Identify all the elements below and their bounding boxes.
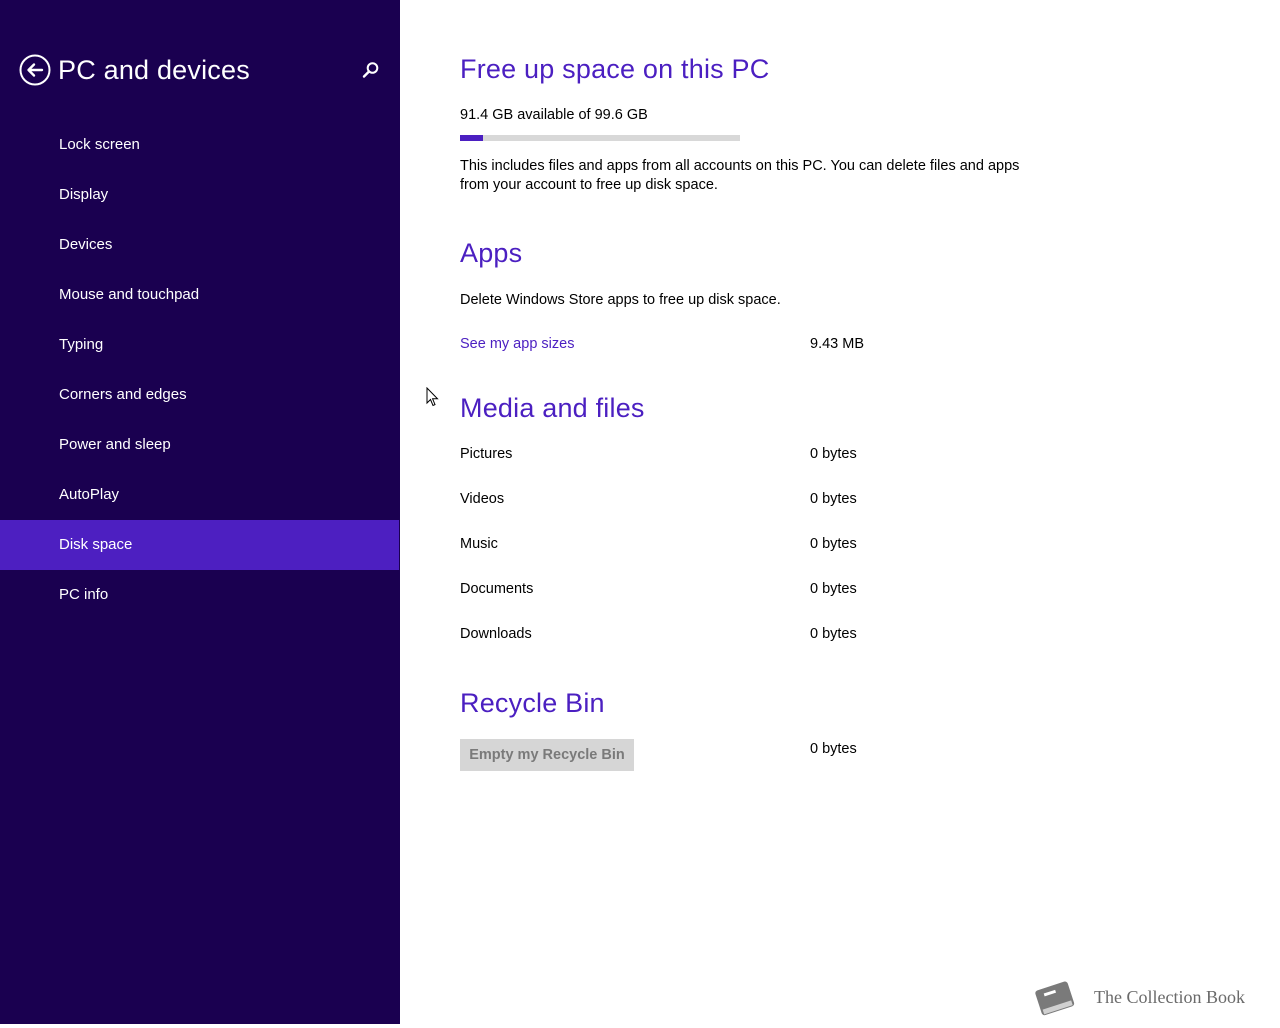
media-row-value: 0 bytes [810,626,857,642]
sidebar-header: PC and devices [0,50,400,90]
recycle-bin-heading: Recycle Bin [460,688,605,718]
media-row-value: 0 bytes [810,536,857,552]
empty-recycle-bin-button[interactable]: Empty my Recycle Bin [460,739,634,771]
back-arrow-circle-icon[interactable] [19,54,51,86]
media-row-label: Videos [460,491,505,507]
mouse-cursor-icon [426,386,440,407]
sidebar-item-power-and-sleep[interactable]: Power and sleep [0,420,399,470]
sidebar-item-mouse-and-touchpad[interactable]: Mouse and touchpad [0,270,399,320]
media-row-value: 0 bytes [810,491,857,507]
sidebar-item-devices[interactable]: Devices [0,220,399,270]
search-icon[interactable] [360,59,382,81]
sidebar-item-autoplay[interactable]: AutoPlay [0,470,399,520]
media-row-label: Documents [460,581,534,597]
sidebar-item-typing[interactable]: Typing [0,320,399,370]
apps-heading: Apps [460,238,523,268]
sidebar: PC and devices Lock screen Display Devic… [0,0,400,1024]
disk-description: This includes files and apps from all ac… [460,158,1020,193]
sidebar-item-disk-space[interactable]: Disk space [0,520,399,570]
apps-description: Delete Windows Store apps to free up dis… [460,292,781,308]
disk-usage-bar-fill [460,135,483,141]
media-heading: Media and files [460,393,645,423]
page-title: Free up space on this PC [460,54,770,84]
sidebar-item-pc-info[interactable]: PC info [0,570,399,620]
disk-availability-text: 91.4 GB available of 99.6 GB [460,107,648,123]
main-content: Free up space on this PC 91.4 GB availab… [460,0,1260,1024]
media-row-value: 0 bytes [810,446,857,462]
recycle-bin-size-value: 0 bytes [810,741,857,757]
disk-usage-bar [460,135,740,141]
media-row-label: Downloads [460,626,532,642]
sidebar-item-corners-and-edges[interactable]: Corners and edges [0,370,399,420]
book-icon [1028,975,1084,1028]
see-my-app-sizes-link[interactable]: See my app sizes [460,336,574,352]
apps-size-value: 9.43 MB [810,336,864,352]
nav-list: Lock screen Display Devices Mouse and to… [0,120,400,620]
media-row-value: 0 bytes [810,581,857,597]
sidebar-item-lock-screen[interactable]: Lock screen [0,120,399,170]
media-row-label: Music [460,536,498,552]
watermark-text: The Collection Book [1094,987,1245,1007]
sidebar-title: PC and devices [58,55,250,85]
watermark: The Collection Book [1028,975,1268,1023]
sidebar-item-display[interactable]: Display [0,170,399,220]
media-row-label: Pictures [460,446,513,462]
